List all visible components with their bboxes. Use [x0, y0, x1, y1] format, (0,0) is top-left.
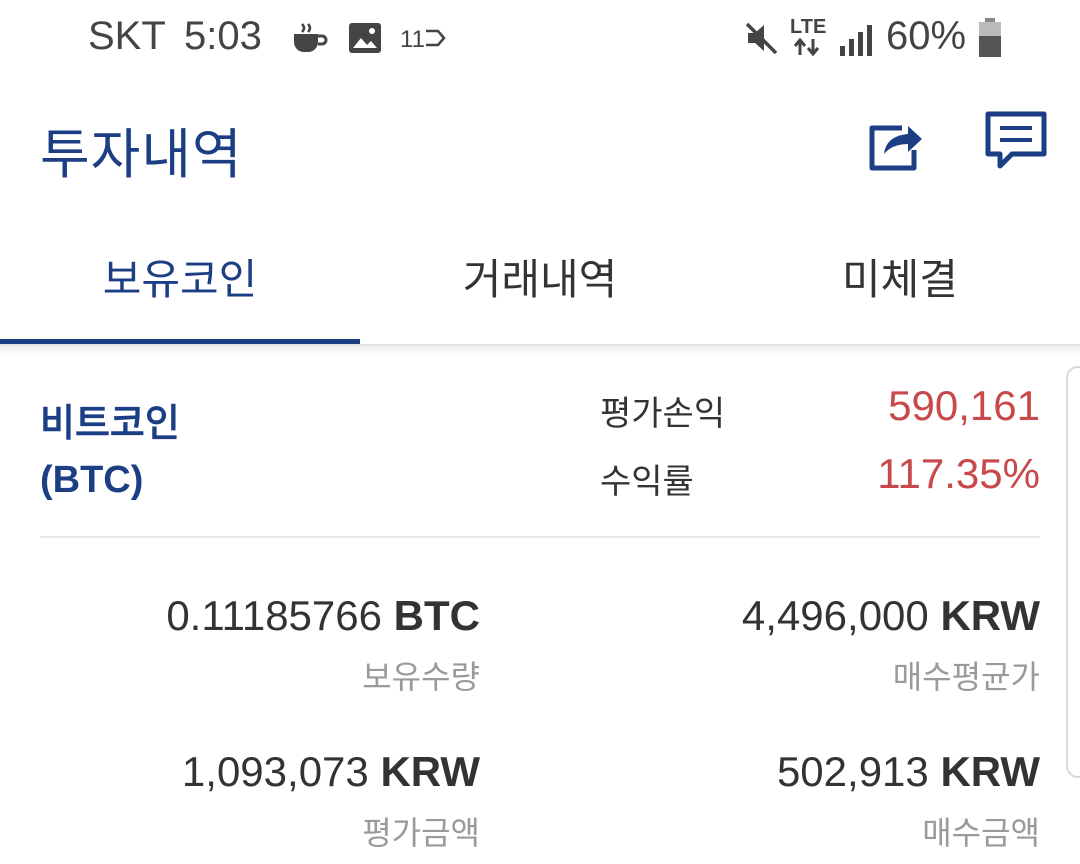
buy-amount-unit: KRW: [940, 748, 1040, 795]
section-divider: [40, 536, 1040, 538]
clock-label: 5:03: [184, 14, 262, 58]
chat-icon[interactable]: [984, 110, 1048, 178]
carrier-label: SKT: [88, 14, 166, 58]
app-header: 투자내역: [0, 80, 1080, 220]
tab-bar: 보유코인 거래내역 미체결: [0, 220, 1080, 344]
coin-symbol: (BTC): [40, 459, 144, 501]
return-value: 117.35%: [877, 450, 1040, 497]
buy-amount-amount: 502,913: [776, 748, 929, 795]
buy-amount-value: 502,913 KRW: [777, 748, 1040, 796]
notif-count: 11: [400, 26, 425, 53]
avg-price-amount: 4,496,000: [741, 592, 929, 639]
data-arrows-icon: [792, 37, 822, 60]
pnl-label: 평가손익: [600, 394, 726, 434]
battery-label: 60%: [886, 14, 967, 58]
coffee-icon: [292, 22, 328, 60]
status-bar: SKT 5:03 11 LTE 60%: [0, 0, 1080, 80]
page-title: 투자내역: [40, 123, 243, 186]
cast-arrow-icon: [424, 28, 446, 52]
avg-price-value: 4,496,000 KRW: [742, 592, 1040, 640]
holding-unit: BTC: [393, 592, 480, 639]
eval-amount-value: 1,093,073 KRW: [182, 748, 480, 796]
image-icon: [348, 22, 382, 58]
coin-korean-name: 비트코인: [40, 403, 180, 445]
holding-amount: 0.11185766: [166, 592, 382, 639]
share-icon[interactable]: [862, 110, 926, 178]
battery-icon: [978, 18, 1002, 62]
eval-amount-unit: KRW: [380, 748, 480, 795]
buy-amount-label: 매수금액: [922, 814, 1040, 852]
pnl-value: 590,161: [888, 382, 1040, 429]
tab-holdings[interactable]: 보유코인: [0, 220, 360, 340]
eval-amount-label: 평가금액: [362, 814, 480, 852]
holding-value: 0.11185766 BTC: [166, 592, 480, 640]
scrollbar[interactable]: [1066, 366, 1080, 778]
tab-shadow: [0, 346, 1080, 356]
avg-price-label: 매수평균가: [892, 658, 1040, 696]
coin-name[interactable]: 비트코인 (BTC): [40, 396, 180, 508]
network-label: LTE: [790, 16, 827, 38]
tab-pending[interactable]: 미체결: [720, 220, 1080, 340]
eval-amount-amount: 1,093,073: [181, 748, 369, 795]
mute-icon: [744, 20, 780, 60]
holding-label: 보유수량: [362, 658, 480, 696]
tab-transactions[interactable]: 거래내역: [360, 220, 720, 340]
signal-icon: [838, 24, 874, 60]
avg-price-unit: KRW: [940, 592, 1040, 639]
return-label: 수익률: [600, 462, 694, 502]
